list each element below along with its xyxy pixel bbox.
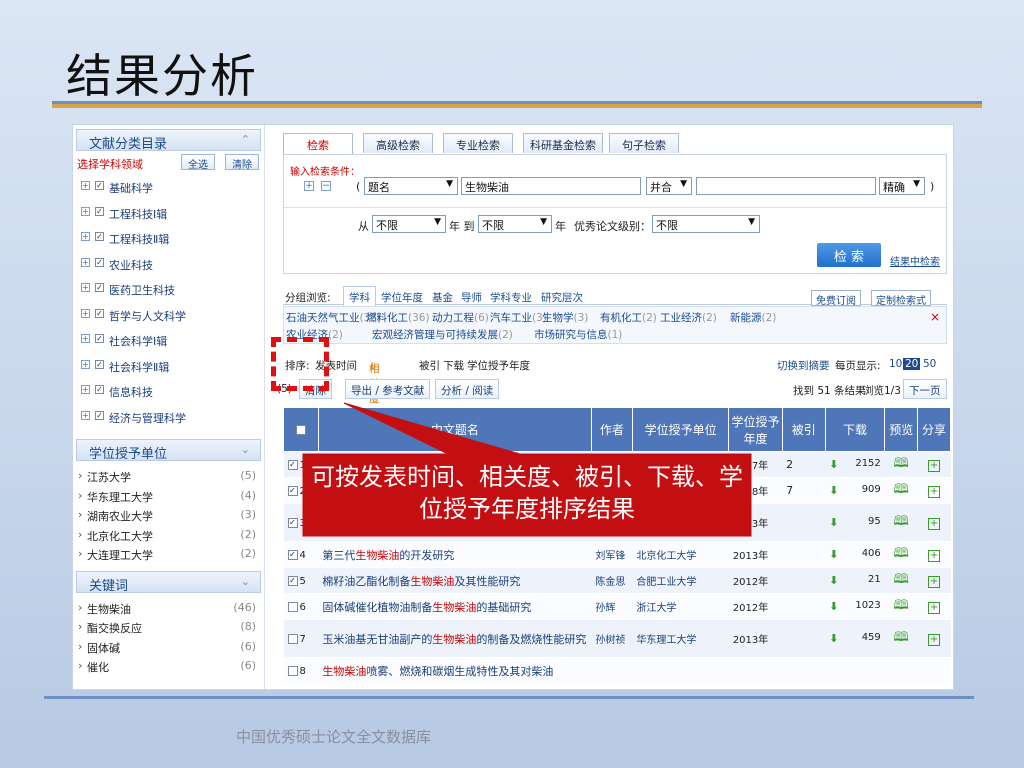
- footer-text: 中国优秀硕士论文全文数据库: [236, 728, 432, 746]
- callout-text: 可按发表时间、相关度、被引、下载、学位授予年度排序结果: [311, 463, 743, 523]
- callout-shape: [302, 402, 752, 537]
- footer-rule: [44, 696, 974, 699]
